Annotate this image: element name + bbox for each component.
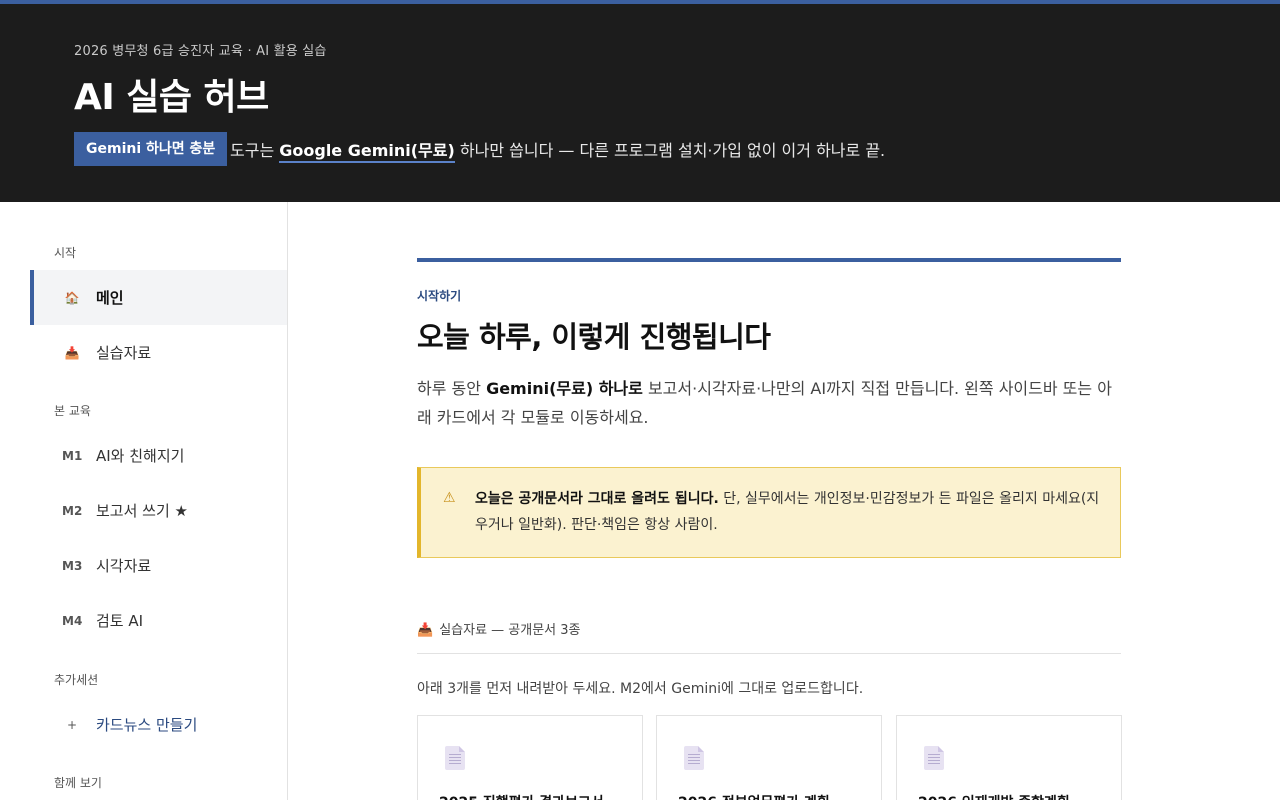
warning-text: 오늘은 공개문서라 그대로 올려도 됩니다. 단, 실무에서는 개인정보·민감정… — [475, 486, 1105, 538]
sidebar-item-m1[interactable]: M1 AI와 친해지기 — [30, 428, 287, 483]
document-icon — [445, 746, 465, 770]
hero-tool-line: 도구는 Google Gemini(무료) 하나만 씁니다 — 다른 프로그램 … — [230, 137, 886, 163]
sidebar-section-extra: 추가세션 — [54, 673, 99, 687]
warning-callout: ⚠ 오늘은 공개문서라 그대로 올려도 됩니다. 단, 실무에서는 개인정보·민… — [417, 467, 1121, 558]
document-icon — [924, 746, 944, 770]
sidebar-item-m3[interactable]: M3 시각자료 — [30, 538, 287, 593]
plus-icon: + — [66, 717, 78, 732]
warning-icon: ⚠ — [443, 490, 456, 506]
card-title: 2026 정부업무평가 계획 — [678, 792, 868, 800]
sidebar-section-start: 시작 — [54, 246, 77, 260]
home-icon: 🏠 — [64, 290, 80, 305]
sidebar-item-main[interactable]: 🏠 메인 — [30, 270, 287, 325]
sidebar-item-cardnews[interactable]: + 카드뉴스 만들기 — [30, 697, 287, 752]
hero-line-suffix: 하나만 씁니다 — 다른 프로그램 설치·가입 없이 이거 하나로 끝. — [454, 141, 886, 160]
sidebar-item-label: 메인 — [96, 289, 124, 307]
main-heading: 오늘 하루, 이렇게 진행됩니다 — [417, 320, 771, 354]
material-card[interactable]: 2026 정부업무평가 계획 — [656, 715, 882, 800]
gemini-link[interactable]: Google Gemini(무료) — [279, 141, 455, 163]
inbox-tray-icon: 📥 — [64, 345, 80, 360]
sidebar-item-m4[interactable]: M4 검토 AI — [30, 593, 287, 648]
main-content: 시작하기 오늘 하루, 이렇게 진행됩니다 하루 동안 Gemini(무료) 하… — [288, 202, 1280, 800]
lead-paragraph: 하루 동안 Gemini(무료) 하나로 보고서·시각자료·나만의 AI까지 직… — [417, 374, 1121, 432]
hero-eyebrow: 2026 병무청 6급 승진자 교육 · AI 활용 실습 — [74, 44, 327, 59]
module-code: M4 — [62, 613, 83, 628]
sidebar-item-label: 검토 AI — [96, 612, 144, 630]
module-code: M1 — [62, 448, 83, 463]
materials-title-text: 실습자료 — 공개문서 3종 — [439, 623, 581, 638]
material-card[interactable]: 2025 진행평가 결과보고서 — [417, 715, 643, 800]
card-title: 2025 진행평가 결과보고서 — [439, 792, 629, 800]
inbox-tray-icon: 📥 — [417, 623, 434, 638]
hero-header: 2026 병무청 6급 승진자 교육 · AI 활용 실습 AI 실습 허브 G… — [0, 4, 1280, 202]
document-icon — [684, 746, 704, 770]
lead-prefix: 하루 동안 — [417, 379, 487, 398]
materials-note: 아래 3개를 먼저 내려받아 두세요. M2에서 Gemini에 그대로 업로드… — [417, 681, 864, 697]
sidebar: 시작 🏠 메인 📥 실습자료 본 교육 M1 AI와 친해지기 M2 보고서 쓰… — [0, 202, 288, 800]
hero-line-prefix: 도구는 — [230, 141, 280, 160]
divider — [417, 653, 1121, 654]
material-card[interactable]: 2026 인재개발 종합계획 — [896, 715, 1122, 800]
section-top-rule — [417, 258, 1121, 262]
section-kicker: 시작하기 — [417, 289, 462, 303]
sidebar-item-label: 실습자료 — [96, 344, 152, 362]
sidebar-section-core: 본 교육 — [54, 404, 91, 418]
page-title: AI 실습 허브 — [74, 77, 269, 118]
warning-strong: 오늘은 공개문서라 그대로 올려도 됩니다. — [475, 491, 719, 507]
sidebar-section-see-also: 함께 보기 — [54, 776, 102, 790]
sidebar-item-label: 카드뉴스 만들기 — [96, 716, 198, 734]
sidebar-item-label: 보고서 쓰기 ★ — [96, 502, 188, 520]
lead-strong: Gemini(무료) 하나로 — [486, 379, 643, 398]
module-code: M2 — [62, 503, 83, 518]
module-code: M3 — [62, 558, 83, 573]
tool-badge: Gemini 하나면 충분 — [74, 132, 228, 166]
sidebar-item-m2[interactable]: M2 보고서 쓰기 ★ — [30, 483, 287, 538]
materials-section-title: 📥 실습자료 — 공개문서 3종 — [417, 619, 581, 638]
sidebar-item-label: 시각자료 — [96, 557, 152, 575]
sidebar-item-materials[interactable]: 📥 실습자료 — [30, 325, 287, 380]
card-title: 2026 인재개발 종합계획 — [918, 792, 1108, 800]
sidebar-item-label: AI와 친해지기 — [96, 447, 185, 465]
